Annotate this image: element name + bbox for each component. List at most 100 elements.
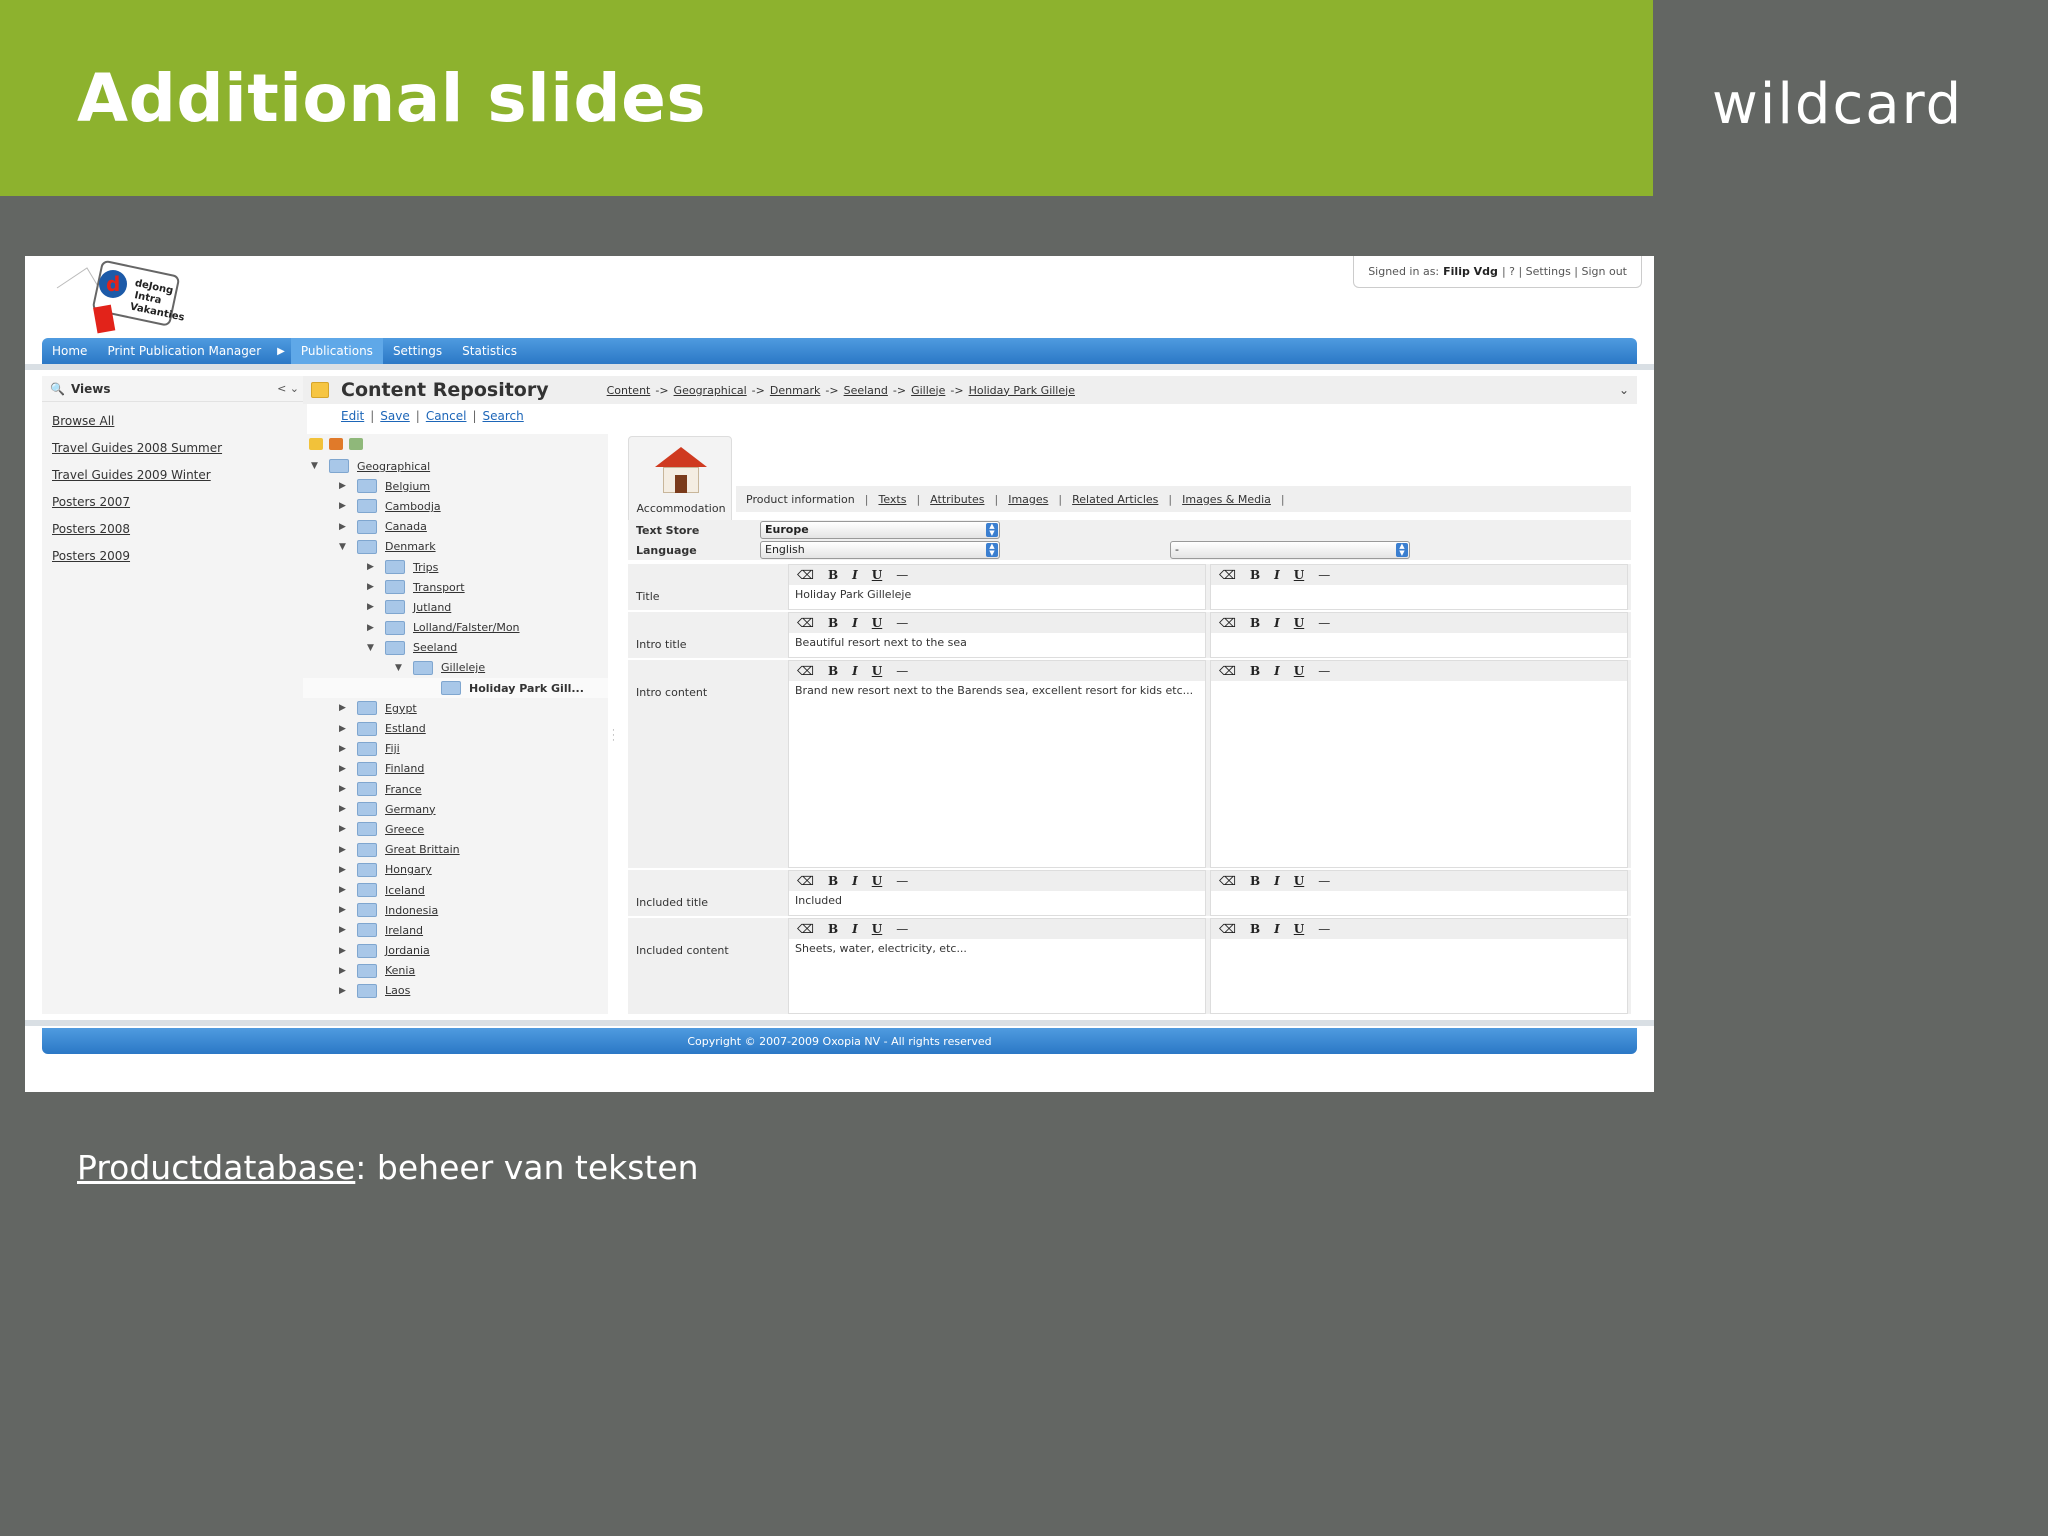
title-editor-translation[interactable]: ⌫ B I U — bbox=[1210, 564, 1628, 610]
search-link[interactable]: Search bbox=[483, 409, 524, 423]
bold-button[interactable]: B bbox=[828, 922, 838, 936]
underline-button[interactable]: U bbox=[1294, 664, 1304, 678]
delete-folder-icon[interactable] bbox=[329, 438, 343, 450]
tree-node[interactable]: ▶ Estland bbox=[303, 718, 608, 738]
italic-button[interactable]: I bbox=[852, 874, 858, 888]
eraser-icon[interactable]: ⌫ bbox=[1219, 922, 1236, 936]
italic-button[interactable]: I bbox=[852, 922, 858, 936]
collapsed-arrow-icon[interactable]: ▶ bbox=[367, 562, 379, 572]
collapse-icon[interactable]: < ⌄ bbox=[277, 382, 299, 395]
intro-title-editor[interactable]: ⌫ B I U — Beautiful resort next to the sea bbox=[788, 612, 1206, 658]
tree-node[interactable]: ▶ Indonesia bbox=[303, 900, 608, 920]
underline-button[interactable]: U bbox=[872, 874, 882, 888]
tree-node[interactable]: ▼ Seeland bbox=[303, 638, 608, 658]
save-link[interactable]: Save bbox=[380, 409, 409, 423]
underline-button[interactable]: U bbox=[1294, 616, 1304, 630]
tree-node[interactable]: ▶ Trips bbox=[303, 557, 608, 577]
chevron-down-icon[interactable]: ⌄ bbox=[1619, 383, 1629, 397]
italic-button[interactable]: I bbox=[1274, 568, 1280, 582]
collapsed-arrow-icon[interactable]: ▶ bbox=[339, 925, 351, 935]
collapsed-arrow-icon[interactable]: ▶ bbox=[339, 481, 351, 491]
intro-content-editor-translation[interactable]: ⌫ B I U — bbox=[1210, 660, 1628, 868]
splitter-handle[interactable]: · · · bbox=[610, 434, 618, 1014]
bold-button[interactable]: B bbox=[828, 874, 838, 888]
tab-images[interactable]: Images bbox=[1008, 493, 1048, 506]
tree-node[interactable]: ▶ France bbox=[303, 779, 608, 799]
bold-button[interactable]: B bbox=[828, 664, 838, 678]
horizontal-rule-button[interactable]: — bbox=[896, 922, 908, 936]
breadcrumb-item[interactable]: Seeland bbox=[844, 384, 888, 397]
nav-statistics[interactable]: Statistics bbox=[452, 338, 527, 364]
view-item[interactable]: Posters 2008 bbox=[52, 516, 297, 543]
tree-node[interactable]: ▶ Canada bbox=[303, 517, 608, 537]
expanded-arrow-icon[interactable]: ▼ bbox=[395, 663, 407, 673]
view-item[interactable]: Posters 2009 bbox=[52, 543, 297, 570]
expanded-arrow-icon[interactable]: ▼ bbox=[367, 643, 379, 653]
eraser-icon[interactable]: ⌫ bbox=[797, 874, 814, 888]
caption-link[interactable]: Productdatabase bbox=[77, 1148, 355, 1187]
eraser-icon[interactable]: ⌫ bbox=[797, 616, 814, 630]
collapsed-arrow-icon[interactable]: ▶ bbox=[339, 865, 351, 875]
expanded-arrow-icon[interactable]: ▼ bbox=[339, 542, 351, 552]
italic-button[interactable]: I bbox=[852, 568, 858, 582]
italic-button[interactable]: I bbox=[1274, 616, 1280, 630]
underline-button[interactable]: U bbox=[1294, 874, 1304, 888]
collapsed-arrow-icon[interactable]: ▶ bbox=[367, 602, 379, 612]
collapsed-arrow-icon[interactable]: ▶ bbox=[339, 845, 351, 855]
underline-button[interactable]: U bbox=[1294, 922, 1304, 936]
edit-link[interactable]: Edit bbox=[341, 409, 364, 423]
view-item[interactable]: Travel Guides 2008 Summer bbox=[52, 435, 297, 462]
eraser-icon[interactable]: ⌫ bbox=[1219, 568, 1236, 582]
horizontal-rule-button[interactable]: — bbox=[1318, 922, 1330, 936]
collapsed-arrow-icon[interactable]: ▶ bbox=[339, 744, 351, 754]
collapsed-arrow-icon[interactable]: ▶ bbox=[339, 885, 351, 895]
horizontal-rule-button[interactable]: — bbox=[1318, 874, 1330, 888]
horizontal-rule-button[interactable]: — bbox=[896, 616, 908, 630]
language2-select[interactable]: - ▲ ▼ bbox=[1170, 541, 1410, 559]
collapsed-arrow-icon[interactable]: ▶ bbox=[339, 703, 351, 713]
horizontal-rule-button[interactable]: — bbox=[896, 664, 908, 678]
eraser-icon[interactable]: ⌫ bbox=[797, 922, 814, 936]
collapsed-arrow-icon[interactable]: ▶ bbox=[367, 582, 379, 592]
collapsed-arrow-icon[interactable]: ▶ bbox=[339, 986, 351, 996]
tree-node[interactable]: ▶ Jutland bbox=[303, 597, 608, 617]
tab-images-media[interactable]: Images & Media bbox=[1182, 493, 1271, 506]
collapsed-arrow-icon[interactable]: ▶ bbox=[339, 824, 351, 834]
underline-button[interactable]: U bbox=[872, 568, 882, 582]
tree-node[interactable]: ▶ Fiji bbox=[303, 739, 608, 759]
horizontal-rule-button[interactable]: — bbox=[896, 568, 908, 582]
underline-button[interactable]: U bbox=[872, 664, 882, 678]
collapsed-arrow-icon[interactable]: ▶ bbox=[367, 623, 379, 633]
eraser-icon[interactable]: ⌫ bbox=[797, 664, 814, 678]
collapsed-arrow-icon[interactable]: ▶ bbox=[339, 724, 351, 734]
tree-node[interactable]: ▶ Ireland bbox=[303, 920, 608, 940]
title-editor[interactable]: ⌫ B I U — Holiday Park Gilleleje bbox=[788, 564, 1206, 610]
included-content-editor-translation[interactable]: ⌫ B I U — bbox=[1210, 918, 1628, 1014]
signin-links[interactable]: | ? | Settings | Sign out bbox=[1502, 265, 1627, 278]
collapsed-arrow-icon[interactable]: ▶ bbox=[339, 764, 351, 774]
tree-node[interactable]: ▶ Iceland bbox=[303, 880, 608, 900]
cancel-link[interactable]: Cancel bbox=[426, 409, 467, 423]
tree-node[interactable]: ▼ Denmark bbox=[303, 537, 608, 557]
signin-user[interactable]: Filip Vdg bbox=[1443, 265, 1498, 278]
tree-node[interactable]: ▼ Geographical bbox=[303, 456, 608, 476]
breadcrumb-item[interactable]: Geographical bbox=[674, 384, 747, 397]
nav-publications[interactable]: Publications bbox=[290, 338, 383, 364]
eraser-icon[interactable]: ⌫ bbox=[1219, 874, 1236, 888]
breadcrumb-item[interactable]: Holiday Park Gilleje bbox=[969, 384, 1075, 397]
horizontal-rule-button[interactable]: — bbox=[896, 874, 908, 888]
tree-node[interactable]: Holiday Park Gill... bbox=[303, 678, 608, 699]
underline-button[interactable]: U bbox=[872, 616, 882, 630]
tree-node[interactable]: ▶ Belgium bbox=[303, 476, 608, 496]
language-select[interactable]: English ▲ ▼ bbox=[760, 541, 1000, 559]
tab-related-articles[interactable]: Related Articles bbox=[1072, 493, 1158, 506]
nav-print-publication-manager[interactable]: Print Publication Manager bbox=[97, 338, 271, 364]
breadcrumb-item[interactable]: Denmark bbox=[770, 384, 821, 397]
included-content-editor[interactable]: ⌫ B I U — Sheets, water, electricity, etc... bbox=[788, 918, 1206, 1014]
nav-settings[interactable]: Settings bbox=[383, 338, 452, 364]
tree-node[interactable]: ▶ Laos bbox=[303, 981, 608, 1001]
tree-node[interactable]: ▶ Hongary bbox=[303, 860, 608, 880]
italic-button[interactable]: I bbox=[1274, 922, 1280, 936]
underline-button[interactable]: U bbox=[1294, 568, 1304, 582]
tree-node[interactable]: ▶ Great Brittain bbox=[303, 840, 608, 860]
